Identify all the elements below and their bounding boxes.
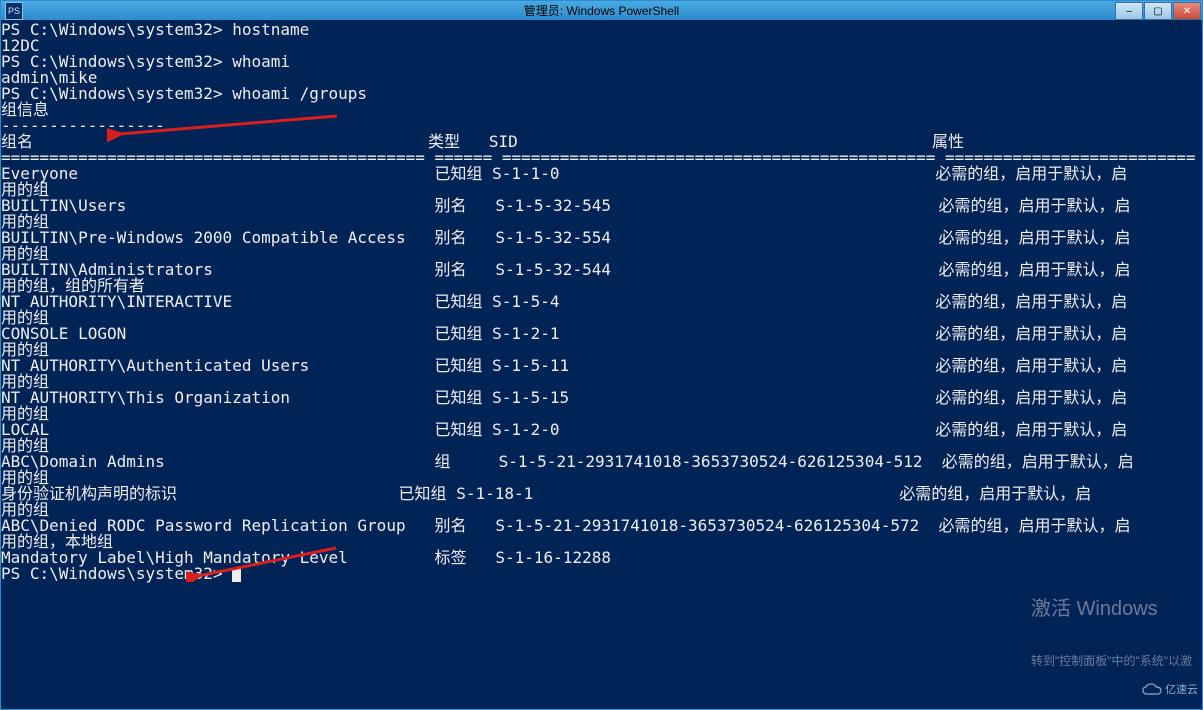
close-button[interactable]: ✕ [1173, 2, 1201, 20]
terminal-line: CONSOLE LOGON 已知组 S-1-2-1 必需的组，启用于默认，启 [1, 326, 1202, 342]
provider-logo: 亿速云 [1134, 675, 1198, 705]
terminal-line: Everyone 已知组 S-1-1-0 必需的组，启用于默认，启 [1, 166, 1202, 182]
titlebar[interactable]: PS 管理员: Windows PowerShell – ▢ ✕ [1, 1, 1202, 20]
watermark-title: 激活 Windows [1031, 597, 1192, 621]
powershell-icon: PS [5, 2, 23, 20]
terminal-line: PS C:\Windows\system32> [1, 566, 1202, 583]
terminal-line: LOCAL 已知组 S-1-2-0 必需的组，启用于默认，启 [1, 422, 1202, 438]
terminal-line: ABC\Denied RODC Password Replication Gro… [1, 518, 1202, 534]
watermark-subtext: 转到"控制面板"中的"系统"以激 [1031, 653, 1192, 669]
terminal-output[interactable]: PS C:\Windows\system32> hostname12DCPS C… [1, 20, 1202, 709]
minimize-button[interactable]: – [1115, 2, 1143, 20]
powershell-window: PS 管理员: Windows PowerShell – ▢ ✕ PS C:\W… [0, 0, 1203, 710]
terminal-line: NT AUTHORITY\This Organization 已知组 S-1-5… [1, 390, 1202, 406]
terminal-line: PS C:\Windows\system32> whoami /groups [1, 86, 1202, 102]
window-title: 管理员: Windows PowerShell [1, 2, 1202, 19]
windows-activation-watermark: 激活 Windows 转到"控制面板"中的"系统"以激 [1031, 565, 1192, 701]
terminal-line: NT AUTHORITY\INTERACTIVE 已知组 S-1-5-4 必需的… [1, 294, 1202, 310]
window-controls: – ▢ ✕ [1115, 1, 1202, 20]
maximize-button[interactable]: ▢ [1144, 2, 1172, 20]
terminal-line: BUILTIN\Users 别名 S-1-5-32-545 必需的组，启用于默认… [1, 198, 1202, 214]
terminal-line: BUILTIN\Pre-Windows 2000 Compatible Acce… [1, 230, 1202, 246]
provider-logo-text: 亿速云 [1165, 682, 1198, 698]
terminal-line: PS C:\Windows\system32> hostname [1, 22, 1202, 38]
terminal-line: 身份验证机构声明的标识 已知组 S-1-18-1 必需的组，启用于默认，启 [1, 486, 1202, 502]
terminal-line: NT AUTHORITY\Authenticated Users 已知组 S-1… [1, 358, 1202, 374]
terminal-line: ABC\Domain Admins 组 S-1-5-21-2931741018-… [1, 454, 1202, 470]
terminal-line: PS C:\Windows\system32> whoami [1, 54, 1202, 70]
terminal-line: 组信息 [1, 102, 1202, 118]
cursor [232, 568, 241, 582]
terminal-line: BUILTIN\Administrators 别名 S-1-5-32-544 必… [1, 262, 1202, 278]
